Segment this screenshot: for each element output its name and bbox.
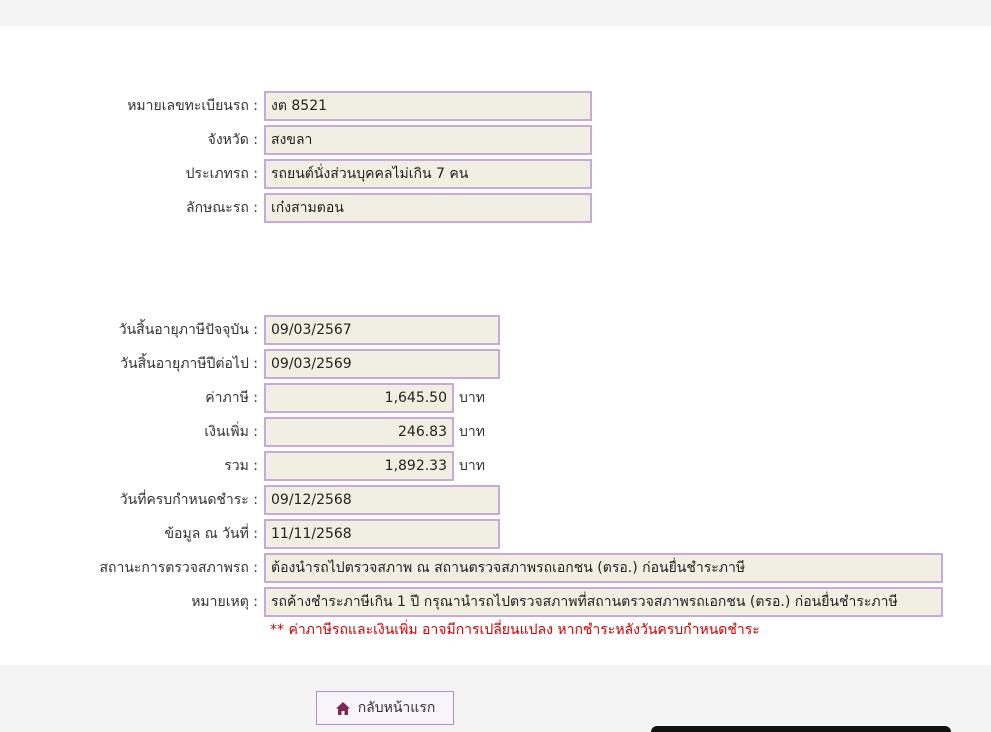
vehicle-type-field: รถยนต์นั่งส่วนบุคคลไม่เกิน 7 คน: [264, 159, 592, 189]
surcharge-label: เงินเพิ่ม :: [204, 424, 258, 440]
top-band: [0, 0, 991, 26]
price-change-warning: ** ค่าภาษีรถและเงินเพิ่ม อาจมีการเปลี่ยน…: [270, 622, 760, 638]
surcharge-row: เงินเพิ่ม : 246.83 บาท: [0, 417, 991, 447]
province-field: สงขลา: [264, 125, 592, 155]
next-expiry-field: 09/03/2569: [264, 349, 500, 379]
vehicle-type-label: ประเภทรถ :: [185, 166, 258, 182]
result-panel: หมายเลขทะเบียนรถ : งต 8521 จังหวัด : สงข…: [0, 26, 991, 665]
plate-label: หมายเลขทะเบียนรถ :: [127, 98, 258, 114]
inspection-row: สถานะการตรวจสภาพรถ : ต้องนำรถไปตรวจสภาพ …: [0, 553, 991, 583]
due-date-label: วันที่ครบกำหนดชำระ :: [119, 492, 258, 508]
tax-field: 1,645.50: [264, 383, 454, 413]
inspection-label: สถานะการตรวจสภาพรถ :: [99, 560, 258, 576]
plate-row: หมายเลขทะเบียนรถ : งต 8521: [0, 91, 991, 121]
total-unit: บาท: [459, 458, 485, 474]
province-row: จังหวัด : สงขลา: [0, 125, 991, 155]
tax-unit: บาท: [459, 390, 485, 406]
province-label: จังหวัด :: [207, 132, 258, 148]
remark-row: หมายเหตุ : รถค้างชำระภาษีเกิน 1 ปี กรุณา…: [0, 587, 991, 617]
inspection-field: ต้องนำรถไปตรวจสภาพ ณ สถานตรวจสภาพรถเอกชน…: [264, 553, 943, 583]
data-as-of-row: ข้อมูล ณ วันที่ : 11/11/2568: [0, 519, 991, 549]
due-date-field: 09/12/2568: [264, 485, 500, 515]
body-type-row: ลักษณะรถ : เก๋งสามตอน: [0, 193, 991, 223]
data-as-of-field: 11/11/2568: [264, 519, 500, 549]
total-row: รวม : 1,892.33 บาท: [0, 451, 991, 481]
body-type-label: ลักษณะรถ :: [186, 200, 258, 216]
remark-label: หมายเหตุ :: [191, 594, 258, 610]
current-expiry-row: วันสิ้นอายุภาษีปัจจุบัน : 09/03/2567: [0, 315, 991, 345]
plate-field: งต 8521: [264, 91, 592, 121]
total-label: รวม :: [224, 458, 258, 474]
next-expiry-row: วันสิ้นอายุภาษีปีต่อไป : 09/03/2569: [0, 349, 991, 379]
home-button-label: กลับหน้าแรก: [357, 700, 436, 716]
vehicle-type-row: ประเภทรถ : รถยนต์นั่งส่วนบุคคลไม่เกิน 7 …: [0, 159, 991, 189]
next-expiry-label: วันสิ้นอายุภาษีปีต่อไป :: [120, 356, 258, 372]
due-date-row: วันที่ครบกำหนดชำระ : 09/12/2568: [0, 485, 991, 515]
remark-field: รถค้างชำระภาษีเกิน 1 ปี กรุณานำรถไปตรวจส…: [264, 587, 943, 617]
tax-label: ค่าภาษี :: [205, 390, 258, 406]
body-type-field: เก๋งสามตอน: [264, 193, 592, 223]
home-button[interactable]: กลับหน้าแรก: [316, 691, 454, 725]
home-icon: [335, 701, 350, 715]
total-field: 1,892.33: [264, 451, 454, 481]
decorative-shadow: [651, 726, 951, 732]
surcharge-field: 246.83: [264, 417, 454, 447]
current-expiry-field: 09/03/2567: [264, 315, 500, 345]
current-expiry-label: วันสิ้นอายุภาษีปัจจุบัน :: [118, 322, 258, 338]
tax-row: ค่าภาษี : 1,645.50 บาท: [0, 383, 991, 413]
data-as-of-label: ข้อมูล ณ วันที่ :: [164, 526, 258, 542]
surcharge-unit: บาท: [459, 424, 485, 440]
